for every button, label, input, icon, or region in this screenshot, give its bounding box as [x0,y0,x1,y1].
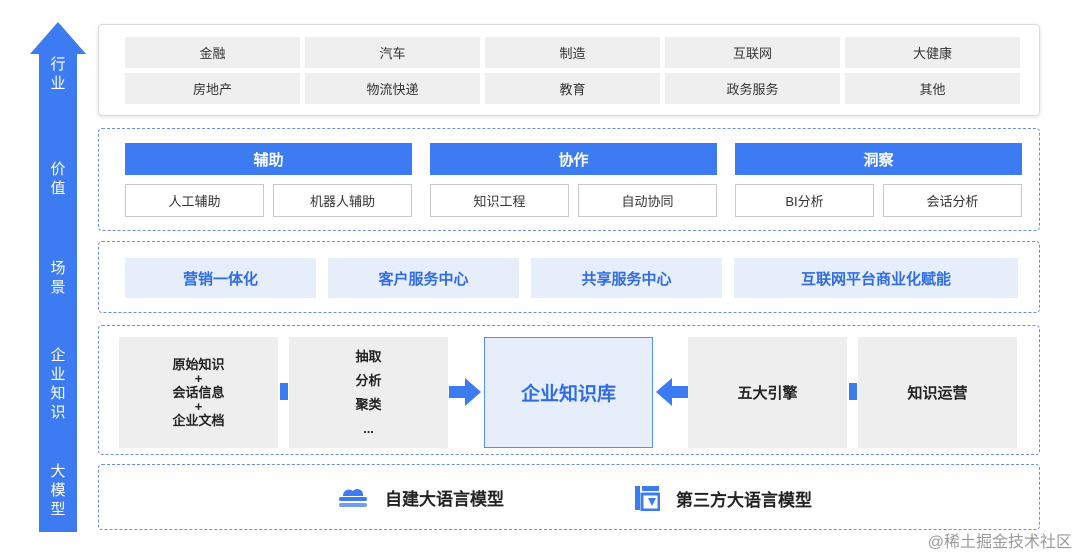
value-item: 机器人辅助 [273,184,412,217]
industry-cell: 互联网 [665,37,840,68]
industry-cell: 汽车 [305,37,480,68]
enterprise-knowledge-base: 企业知识库 [484,337,653,448]
processing-steps-box: 抽取 分析 聚类 ... [289,337,448,448]
value-item: 自动协同 [578,184,717,217]
knowledge-sources-box: 原始知识 + 会话信息 + 企业文档 [119,337,278,448]
value-item: 人工辅助 [125,184,264,217]
step-line: ... [363,420,374,436]
value-group-title: 洞察 [735,143,1022,175]
arrow-left-icon [656,378,688,406]
engines-box: 五大引擎 [688,337,847,448]
self-built-llm-label: 自建大语言模型 [385,490,504,509]
value-item: BI分析 [735,184,874,217]
source-line: + [194,398,203,414]
enterprise-knowledge-layer: 原始知识 + 会话信息 + 企业文档 抽取 分析 聚类 ... 企业知识库 五大… [98,325,1040,455]
side-label-llm: 大 模 型 [50,463,66,518]
industry-cell: 其他 [845,73,1020,104]
industry-cell: 教育 [485,73,660,104]
industry-cell: 政务服务 [665,73,840,104]
industry-cell: 大健康 [845,37,1020,68]
scene-layer: 营销一体化 客户服务中心 共享服务中心 互联网平台商业化赋能 [98,241,1040,313]
side-label-industry: 行 业 [50,56,66,92]
source-line: 原始知识 [172,356,225,372]
scene-cell: 营销一体化 [125,258,316,298]
industry-cell: 制造 [485,37,660,68]
source-line: 企业文档 [172,412,225,428]
source-line: + [194,370,203,386]
watermark: @稀土掘金技术社区 [927,534,1072,551]
scene-cell: 互联网平台商业化赋能 [734,258,1018,298]
knowledge-ops-box: 知识运营 [858,337,1017,448]
side-label-scene: 场 景 [50,260,66,296]
cloud-stack-icon [339,488,367,507]
third-party-llm: 第三方大语言模型 [634,485,812,511]
industry-cell: 物流快递 [305,73,480,104]
step-line: 聚类 [355,396,382,412]
stacked-blocks-icon [635,486,660,511]
knowledge-ops-label: 知识运营 [907,385,968,402]
connector-bar [849,383,857,400]
step-line: 分析 [355,372,382,388]
scene-cell: 客户服务中心 [328,258,519,298]
arrow-right-icon [449,378,481,406]
third-party-llm-label: 第三方大语言模型 [676,490,812,510]
industry-cell: 房地产 [125,73,300,104]
connector-bar [280,383,288,400]
value-layer: 辅助 协作 洞察 人工辅助 机器人辅助 知识工程 自动协同 BI分析 会话分析 [98,128,1040,231]
side-label-enterprise-knowledge: 企 业 知 识 [50,347,66,421]
step-line: 抽取 [355,348,382,364]
value-group-title: 辅助 [125,143,412,175]
value-item: 知识工程 [430,184,569,217]
llm-layer: 自建大语言模型 第三方大语言模型 [98,464,1040,530]
industry-layer: 金融 汽车 制造 互联网 大健康 房地产 物流快递 教育 政务服务 其他 [98,24,1040,116]
source-line: 会话信息 [172,384,225,400]
side-label-value: 价 值 [50,161,66,197]
value-group-title: 协作 [430,143,717,175]
scene-cell: 共享服务中心 [531,258,722,298]
industry-cell: 金融 [125,37,300,68]
value-item: 会话分析 [883,184,1022,217]
self-built-llm: 自建大语言模型 [337,485,504,510]
engines-label: 五大引擎 [737,385,798,402]
